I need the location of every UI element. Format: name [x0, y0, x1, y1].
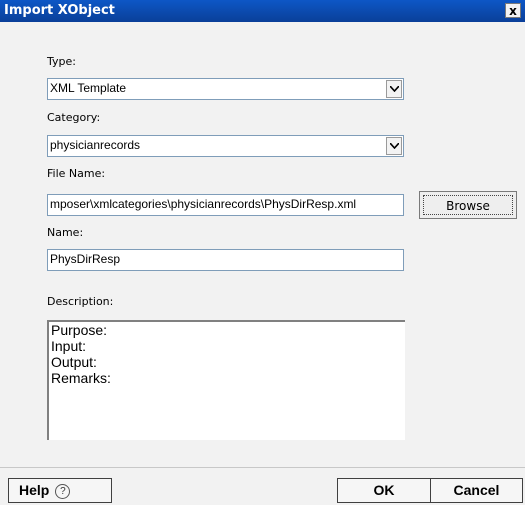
footer-divider — [0, 467, 525, 468]
description-line: Output: — [51, 354, 97, 370]
browse-button-label: Browse — [423, 195, 513, 215]
file-name-label: File Name: — [47, 167, 106, 180]
category-value: physicianrecords — [50, 138, 141, 152]
name-value: PhysDirResp — [50, 252, 121, 266]
type-select[interactable]: XML Template — [47, 78, 404, 100]
chevron-down-icon[interactable] — [386, 80, 402, 98]
description-label: Description: — [47, 295, 114, 308]
name-field[interactable]: PhysDirResp — [47, 249, 404, 271]
category-label: Category: — [47, 111, 101, 124]
help-button[interactable]: Help? — [8, 478, 112, 503]
category-select[interactable]: physicianrecords — [47, 135, 404, 157]
description-line: Remarks: — [51, 370, 111, 386]
file-name-value: mposer\xmlcategories\physicianrecords\Ph… — [50, 197, 357, 211]
type-value: XML Template — [50, 81, 127, 95]
help-icon: ? — [55, 484, 71, 499]
ok-button[interactable]: OK — [337, 478, 431, 503]
import-xobject-dialog: Import XObject x Type: XML Template Cate… — [0, 0, 525, 505]
description-textarea[interactable]: Purpose: Input: Output: Remarks: — [47, 320, 405, 440]
close-button[interactable]: x — [505, 3, 521, 18]
description-line: Purpose: — [51, 322, 108, 338]
browse-button[interactable]: Browse — [419, 191, 517, 219]
dialog-title: Import XObject — [4, 3, 115, 18]
description-line: Input: — [51, 338, 87, 354]
file-name-field[interactable]: mposer\xmlcategories\physicianrecords\Ph… — [47, 194, 404, 216]
type-label: Type: — [47, 55, 76, 68]
chevron-down-icon[interactable] — [386, 137, 402, 155]
name-label: Name: — [47, 226, 84, 239]
help-button-label: Help — [19, 482, 50, 498]
title-bar[interactable]: Import XObject x — [0, 0, 525, 22]
cancel-button[interactable]: Cancel — [430, 478, 523, 503]
